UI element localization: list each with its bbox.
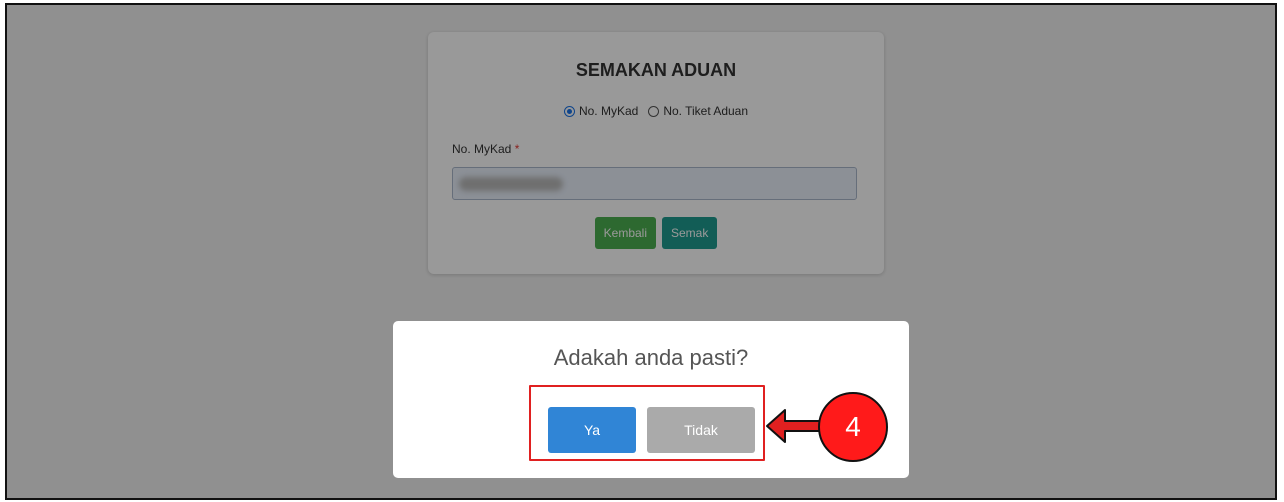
step-number-badge: 4	[818, 392, 888, 462]
dialog-title: Adakah anda pasti?	[553, 345, 749, 370]
highlight-box	[529, 385, 765, 461]
pointer-arrow-icon	[766, 409, 824, 443]
